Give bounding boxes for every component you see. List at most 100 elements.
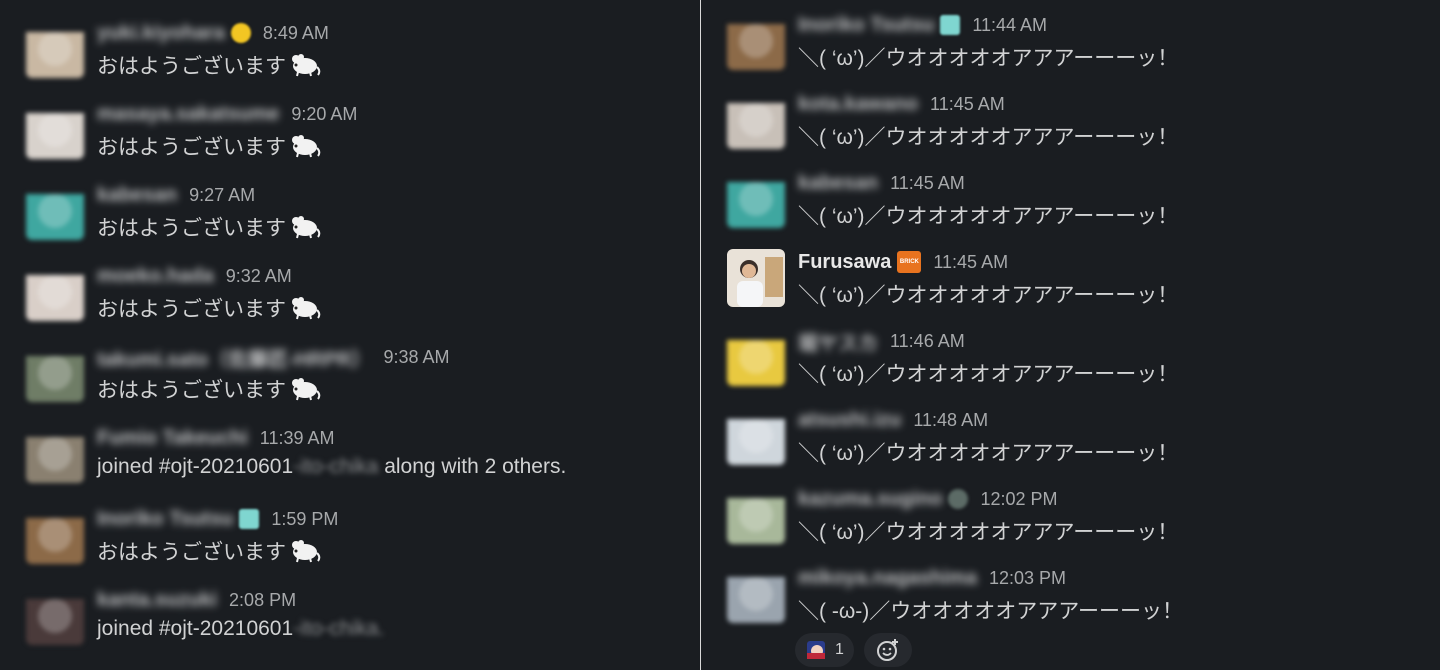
brick-status-icon: BRICK: [897, 251, 922, 273]
avatar[interactable]: [26, 344, 84, 402]
message-body: おはようございます: [97, 50, 322, 80]
message-body: おはようございます: [97, 293, 322, 323]
rat-emoji-icon: [292, 378, 321, 401]
username[interactable]: 堀ヤスカ: [798, 327, 878, 356]
timestamp[interactable]: 9:32 AM: [226, 266, 292, 287]
username[interactable]: kota.kawano: [798, 93, 918, 116]
avatar[interactable]: [26, 101, 84, 159]
timestamp[interactable]: 1:59 PM: [271, 509, 338, 530]
message-body: おはようございます: [97, 212, 322, 242]
message-item[interactable]: Fumio Takeuchi 11:39 AM joined #ojt-202106…: [26, 423, 700, 495]
avatar[interactable]: [727, 170, 785, 228]
username[interactable]: kanta.suzuki: [97, 589, 217, 612]
username[interactable]: Inoriko Tsutsu: [798, 14, 934, 37]
username[interactable]: Inoriko Tsutsu: [97, 508, 233, 531]
message-text: おはようございます: [97, 217, 286, 240]
username[interactable]: yuki.kiyohara: [97, 22, 225, 45]
globe-status-icon: [948, 489, 969, 509]
message-text: おはようございます: [97, 55, 286, 78]
avatar-photo-icon: [727, 249, 785, 307]
message-item[interactable]: moeko.hada 9:32 AM おはようございます: [26, 261, 700, 333]
timestamp[interactable]: 9:27 AM: [189, 185, 255, 206]
rat-emoji-icon: [292, 540, 321, 563]
message-item[interactable]: masaya.sakatsume 9:20 AM おはようございます: [26, 99, 700, 171]
timestamp[interactable]: 9:20 AM: [291, 104, 357, 125]
avatar[interactable]: [26, 20, 84, 78]
message-text: joined #ojt-20210601: [97, 617, 294, 640]
message-item[interactable]: takumi.sato（佐藤匠-HRPR） 9:38 AM おはようございます: [26, 342, 700, 414]
message-item[interactable]: kota.kawano 11:45 AM ＼( ‘ω’)／ウオオオオオアアアーーーッ…: [727, 89, 1407, 161]
username[interactable]: mikoya.nagashima: [798, 567, 977, 590]
timestamp[interactable]: 11:45 AM: [933, 252, 1008, 273]
message-body: おはようございます: [97, 536, 322, 566]
message-text: ＼( ‘ω’)／ウオオオオオアアアーーーッ！: [798, 47, 1179, 70]
message-item[interactable]: atsushi.izu 11:48 AM ＼( ‘ω’)／ウオオオオオアアアーーーッ…: [727, 405, 1407, 477]
timestamp[interactable]: 11:45 AM: [930, 94, 1005, 115]
message-text: joined #ojt-20210601: [97, 455, 294, 478]
username[interactable]: masaya.sakatsume: [97, 103, 279, 126]
message-item[interactable]: mikoya.nagashima 12:03 PM ＼( -ω-)／ウオオオオオアア…: [727, 563, 1407, 635]
message-item[interactable]: 堀ヤスカ 11:46 AM ＼( ‘ω’)／ウオオオオオアアアーーーッ！: [727, 326, 1407, 398]
avatar[interactable]: [26, 263, 84, 321]
rat-emoji-icon: [292, 297, 321, 320]
reaction-count: 1: [835, 641, 844, 658]
reaction-pill[interactable]: 1: [795, 633, 854, 667]
screenshot-composite: yuki.kiyohara 8:49 AM おはようございます masaya.saka…: [0, 0, 1440, 670]
timestamp[interactable]: 2:08 PM: [229, 590, 296, 611]
timestamp[interactable]: 11:44 AM: [972, 15, 1047, 36]
message-item[interactable]: yuki.kiyohara 8:49 AM おはようございます: [26, 18, 700, 90]
message-body: ＼( ‘ω’)／ウオオオオオアアアーーーッ！: [798, 437, 1178, 467]
message-text: おはようございます: [97, 541, 286, 564]
message-body: ＼( ‘ω’)／ウオオオオオアアアーーーッ！: [798, 516, 1178, 546]
username[interactable]: moeko.hada: [97, 265, 214, 288]
teal-status-icon: [239, 509, 260, 529]
timestamp[interactable]: 9:38 AM: [383, 347, 449, 368]
left-chat-panel: yuki.kiyohara 8:49 AM おはようございます masaya.saka…: [0, 0, 700, 670]
avatar[interactable]: [26, 506, 84, 564]
timestamp[interactable]: 11:48 AM: [913, 410, 988, 431]
avatar[interactable]: [727, 328, 785, 386]
avatar[interactable]: [727, 407, 785, 465]
avatar[interactable]: [26, 587, 84, 645]
message-text: おはようございます: [97, 298, 286, 321]
username[interactable]: atsushi.izu: [798, 409, 901, 432]
message-text: ＼( ‘ω’)／ウオオオオオアアアーーーッ！: [798, 126, 1179, 149]
joined-suffix-text: along with 2 others.: [378, 455, 567, 478]
message-item[interactable]: kabesan 11:45 AM ＼( ‘ω’)／ウオオオオオアアアーーーッ！: [727, 168, 1407, 240]
username[interactable]: takumi.sato（佐藤匠-HRPR）: [97, 343, 371, 372]
teal-status-icon: [940, 15, 961, 35]
avatar[interactable]: [727, 565, 785, 623]
message-item[interactable]: Inoriko Tsutsu 1:59 PM おはようございます: [26, 504, 700, 576]
username[interactable]: kazuma.sugino: [798, 488, 942, 511]
message-body: ＼( ‘ω’)／ウオオオオオアアアーーーッ！: [798, 121, 1178, 151]
message-text: おはようございます: [97, 136, 286, 159]
character-emoji-icon: [807, 641, 825, 659]
avatar[interactable]: [26, 182, 84, 240]
timestamp[interactable]: 12:02 PM: [980, 489, 1057, 510]
message-body: joined #ojt-20210601-ito-chika.: [97, 617, 384, 641]
message-item[interactable]: kabesan 9:27 AM おはようございます: [26, 180, 700, 252]
timestamp[interactable]: 11:46 AM: [890, 331, 965, 352]
timestamp[interactable]: 12:03 PM: [989, 568, 1066, 589]
username[interactable]: Furusawa: [798, 251, 891, 274]
timestamp[interactable]: 11:39 AM: [260, 428, 335, 449]
avatar[interactable]: [727, 12, 785, 70]
message-item[interactable]: Inoriko Tsutsu 11:44 AM ＼( ‘ω’)／ウオオオオオアアアー…: [727, 10, 1407, 82]
avatar[interactable]: [727, 486, 785, 544]
rat-emoji-icon: [292, 54, 321, 77]
right-chat-panel: Inoriko Tsutsu 11:44 AM ＼( ‘ω’)／ウオオオオオアアアー…: [701, 0, 1440, 670]
message-text: ＼( -ω-)／ウオオオオオアアアーーーッ！: [798, 600, 1183, 623]
timestamp[interactable]: 11:45 AM: [890, 173, 965, 194]
avatar[interactable]: [727, 91, 785, 149]
message-item[interactable]: Furusawa BRICK 11:45 AM ＼( ‘ω’)／ウオオオオオアアアーー…: [727, 247, 1407, 319]
username[interactable]: kabesan: [97, 184, 177, 207]
timestamp[interactable]: 8:49 AM: [263, 23, 329, 44]
message-item[interactable]: kazuma.sugino 12:02 PM ＼( ‘ω’)／ウオオオオオアアアーー…: [727, 484, 1407, 556]
avatar[interactable]: [727, 249, 785, 307]
username[interactable]: Fumio Takeuchi: [97, 427, 248, 450]
avatar[interactable]: [26, 425, 84, 483]
add-reaction-button[interactable]: [863, 633, 912, 667]
username[interactable]: kabesan: [798, 172, 878, 195]
message-item[interactable]: kanta.suzuki 2:08 PM joined #ojt-20210601-…: [26, 585, 700, 657]
message-body: ＼( ‘ω’)／ウオオオオオアアアーーーッ！: [798, 42, 1178, 72]
